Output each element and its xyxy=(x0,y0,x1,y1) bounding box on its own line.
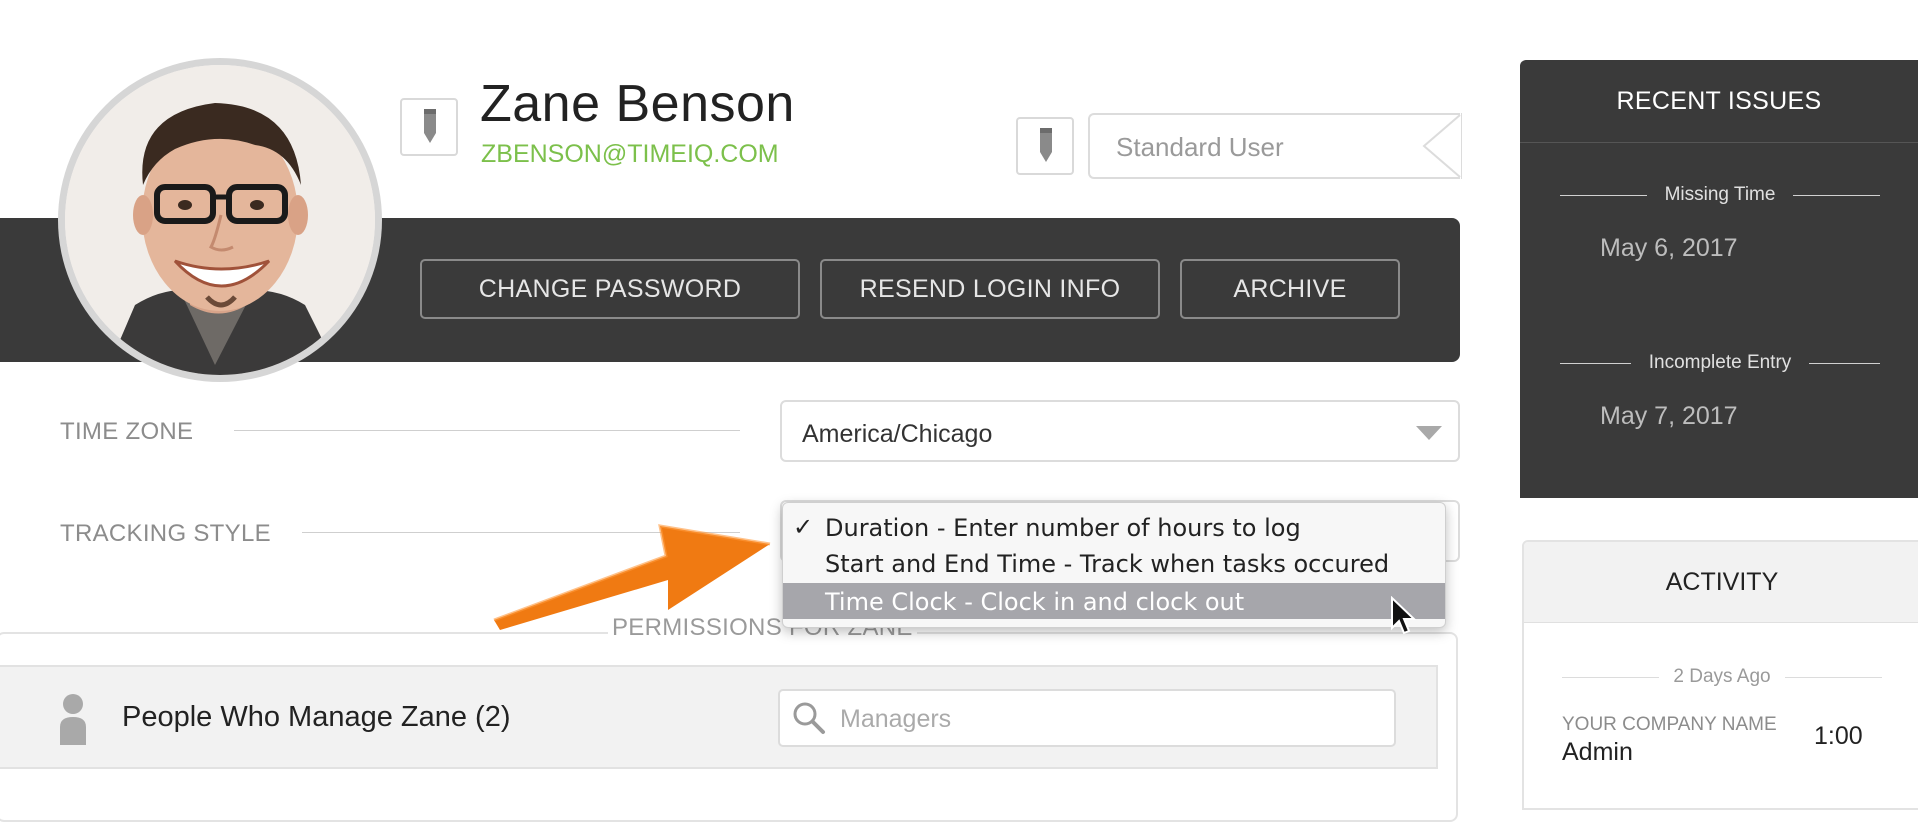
tracking-style-label: TRACKING STYLE xyxy=(60,520,271,547)
mouse-cursor-icon xyxy=(1391,596,1416,635)
tracking-style-menu: ✓ Duration - Enter number of hours to lo… xyxy=(782,502,1446,628)
activity-user: Admin xyxy=(1562,738,1633,766)
managers-search[interactable] xyxy=(778,689,1396,747)
managers-search-input[interactable] xyxy=(838,701,1382,737)
search-icon xyxy=(792,701,826,740)
activity-duration: 1:00 xyxy=(1814,722,1863,750)
issue-type-row: Missing Time xyxy=(1560,184,1881,206)
resend-login-info-button[interactable]: RESEND LOGIN INFO xyxy=(820,259,1160,319)
activity-when: 2 Days Ago xyxy=(1673,666,1771,687)
managers-label: People Who Manage Zane (2) xyxy=(122,701,511,733)
menu-item-start-end-time[interactable]: Start and End Time - Track when tasks oc… xyxy=(783,545,1445,581)
tag-notch-icon xyxy=(1422,113,1462,179)
person-icon xyxy=(58,693,88,750)
archive-button[interactable]: ARCHIVE xyxy=(1180,259,1400,319)
issue-type-label: Missing Time xyxy=(1664,184,1776,205)
role-value: Standard User xyxy=(1116,132,1284,162)
checkmark-icon: ✓ xyxy=(793,513,814,541)
role-field[interactable]: Standard User xyxy=(1088,113,1462,179)
issue-date[interactable]: May 6, 2017 xyxy=(1600,234,1738,263)
menu-item-label: Duration - Enter number of hours to log xyxy=(825,514,1301,542)
divider xyxy=(234,430,740,431)
edit-name-button[interactable] xyxy=(400,98,458,156)
issue-type-row: Incomplete Entry xyxy=(1560,352,1881,374)
annotation-arrow xyxy=(493,524,771,630)
recent-issues-title: RECENT ISSUES xyxy=(1520,60,1918,143)
time-zone-label: TIME ZONE xyxy=(60,418,194,445)
user-photo xyxy=(65,65,375,375)
activity-time-row: 2 Days Ago xyxy=(1562,666,1883,688)
user-email[interactable]: ZBENSON@TIMEIQ.COM xyxy=(481,140,779,169)
pencil-icon xyxy=(414,105,444,150)
issue-type-label: Incomplete Entry xyxy=(1648,352,1792,373)
issue-date[interactable]: May 7, 2017 xyxy=(1600,402,1738,431)
edit-role-button[interactable] xyxy=(1016,117,1074,175)
recent-issues-panel: RECENT ISSUES Missing Time May 6, 2017 I… xyxy=(1520,60,1918,498)
menu-item-label: Time Clock - Clock in and clock out xyxy=(825,588,1245,616)
managers-row: People Who Manage Zane (2) xyxy=(0,665,1438,769)
activity-company: YOUR COMPANY NAME xyxy=(1562,714,1777,735)
chevron-down-icon xyxy=(1416,426,1442,440)
activity-panel: ACTIVITY 2 Days Ago YOUR COMPANY NAME Ad… xyxy=(1522,540,1918,810)
time-zone-select[interactable]: America/Chicago xyxy=(780,400,1460,462)
time-zone-value: America/Chicago xyxy=(802,420,993,448)
menu-item-duration[interactable]: ✓ Duration - Enter number of hours to lo… xyxy=(783,509,1445,545)
user-name: Zane Benson xyxy=(480,75,795,133)
avatar[interactable] xyxy=(58,58,382,382)
change-password-button[interactable]: CHANGE PASSWORD xyxy=(420,259,800,319)
menu-item-time-clock[interactable]: Time Clock - Clock in and clock out xyxy=(783,583,1445,619)
activity-title: ACTIVITY xyxy=(1524,542,1918,623)
pencil-icon xyxy=(1030,124,1060,169)
menu-item-label: Start and End Time - Track when tasks oc… xyxy=(825,550,1390,578)
